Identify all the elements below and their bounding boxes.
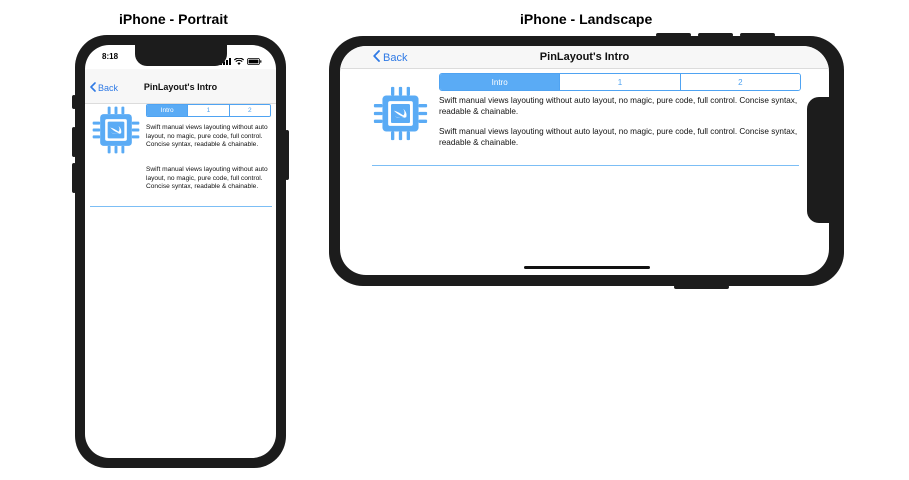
description-text: Swift manual views layouting without aut… — [439, 96, 798, 116]
segment-intro[interactable]: Intro — [147, 105, 188, 116]
volume-down-button — [740, 33, 775, 37]
status-time: 8:18 — [102, 52, 119, 61]
swift-chip-icon — [372, 85, 429, 142]
swift-chip-icon — [91, 105, 141, 155]
battery-icon — [247, 52, 262, 70]
separator-line — [372, 165, 799, 166]
navigation-bar: Back PinLayout's Intro — [340, 46, 829, 69]
notch — [807, 97, 829, 223]
portrait-phone: 8:18 Back PinLayout's Intro Intro 1 2 Sw… — [72, 35, 289, 468]
silent-switch — [72, 95, 76, 109]
segment-2[interactable]: 2 — [228, 105, 270, 116]
portrait-caption: iPhone - Portrait — [119, 11, 228, 27]
description-text: Swift manual views layouting without aut… — [146, 124, 268, 148]
segmented-control: Intro 1 2 — [439, 73, 801, 91]
side-button — [285, 130, 289, 180]
segmented-control: Intro 1 2 — [146, 104, 271, 117]
segment-1[interactable]: 1 — [559, 74, 680, 90]
landscape-screen: Back PinLayout's Intro Intro 1 2 Swift m… — [340, 46, 829, 275]
nav-title: PinLayout's Intro — [143, 82, 218, 92]
navigation-bar: Back PinLayout's Intro — [85, 69, 276, 104]
wifi-icon — [233, 52, 245, 70]
nav-title: PinLayout's Intro — [539, 51, 630, 63]
volume-up-button — [72, 127, 76, 157]
volume-down-button — [72, 163, 76, 193]
description-text: Swift manual views layouting without aut… — [146, 166, 268, 190]
separator-line — [90, 206, 272, 207]
segment-intro[interactable]: Intro — [440, 74, 560, 90]
notch — [134, 45, 227, 66]
silent-switch — [656, 33, 691, 37]
volume-up-button — [698, 33, 733, 37]
landscape-caption: iPhone - Landscape — [520, 11, 653, 27]
segment-1[interactable]: 1 — [187, 105, 229, 116]
home-indicator[interactable] — [524, 266, 650, 269]
side-button — [674, 285, 729, 289]
segment-2[interactable]: 2 — [679, 74, 800, 90]
portrait-screen: 8:18 Back PinLayout's Intro Intro 1 2 Sw… — [85, 45, 276, 458]
description-text: Swift manual views layouting without aut… — [439, 127, 798, 147]
landscape-phone: Back PinLayout's Intro Intro 1 2 Swift m… — [329, 33, 844, 289]
